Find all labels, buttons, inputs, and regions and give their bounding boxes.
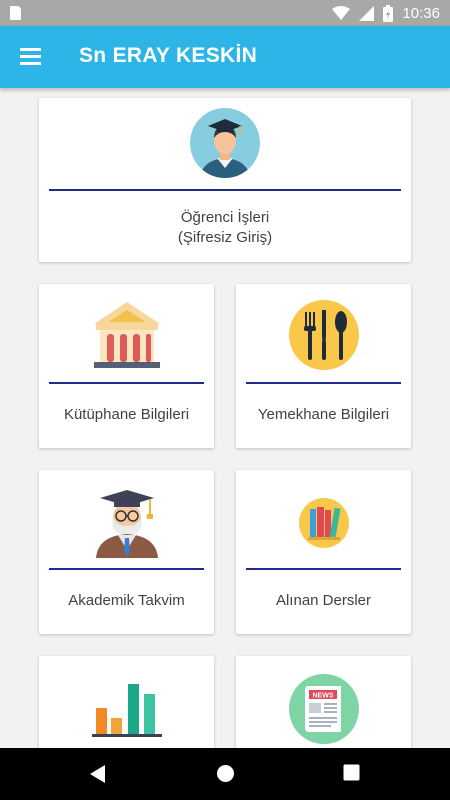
alinan-dersler-card[interactable]: Alınan Dersler — [236, 470, 411, 634]
recents-icon[interactable] — [343, 764, 360, 781]
ogrenci-isleri-card[interactable]: Öğrenci İşleri (Şifresiz Giriş) — [39, 98, 411, 262]
sd-card-icon — [10, 6, 21, 20]
alinan-dersler-label: Alınan Dersler — [275, 592, 372, 609]
bar-chart-icon — [91, 682, 162, 738]
signal-icon — [359, 5, 375, 21]
battery-icon — [383, 4, 394, 22]
yemekhane-label: Yemekhane Bilgileri — [257, 406, 390, 423]
menu-icon[interactable] — [20, 48, 42, 66]
card-divider — [49, 189, 401, 191]
card-divider — [49, 568, 204, 570]
akademik-takvim-label: Akademik Takvim — [68, 592, 185, 609]
page-title: Sn ERAY KESKİN — [79, 44, 258, 67]
home-icon[interactable] — [216, 764, 235, 783]
ogrenci-isleri-label: Öğrenci İşleri (Şifresiz Giriş) — [39, 208, 411, 248]
yemekhane-card[interactable]: Yemekhane Bilgileri — [236, 284, 411, 448]
back-icon[interactable] — [89, 764, 107, 784]
wifi-icon — [332, 5, 351, 20]
news-badge-text: NEWS — [312, 693, 333, 700]
cutlery-icon — [288, 300, 359, 370]
kutuphane-label: Kütüphane Bilgileri — [63, 406, 190, 423]
kutuphane-card[interactable]: Kütüphane Bilgileri — [39, 284, 214, 448]
card-divider — [246, 568, 401, 570]
card-divider — [49, 382, 204, 384]
card-divider — [246, 382, 401, 384]
system-navigation-bar — [0, 748, 450, 800]
professor-icon — [92, 486, 162, 558]
status-bar: 10:36 — [0, 0, 450, 26]
menu-grid: Öğrenci İşleri (Şifresiz Giriş) Kütüphan… — [0, 88, 450, 748]
ogrenci-isleri-subtitle: (Şifresiz Giriş) — [177, 229, 273, 246]
library-building-icon — [92, 300, 162, 372]
ogrenci-isleri-title: Öğrenci İşleri — [180, 209, 270, 226]
news-card[interactable]: NEWS — [236, 656, 411, 748]
app-bar: Sn ERAY KESKİN — [0, 26, 450, 88]
status-time: 10:36 — [402, 4, 440, 22]
books-icon — [298, 498, 349, 548]
akademik-takvim-card[interactable]: Akademik Takvim — [39, 470, 214, 634]
student-graduate-icon — [190, 108, 260, 178]
statistics-card[interactable] — [39, 656, 214, 748]
newspaper-icon: NEWS — [288, 674, 359, 744]
